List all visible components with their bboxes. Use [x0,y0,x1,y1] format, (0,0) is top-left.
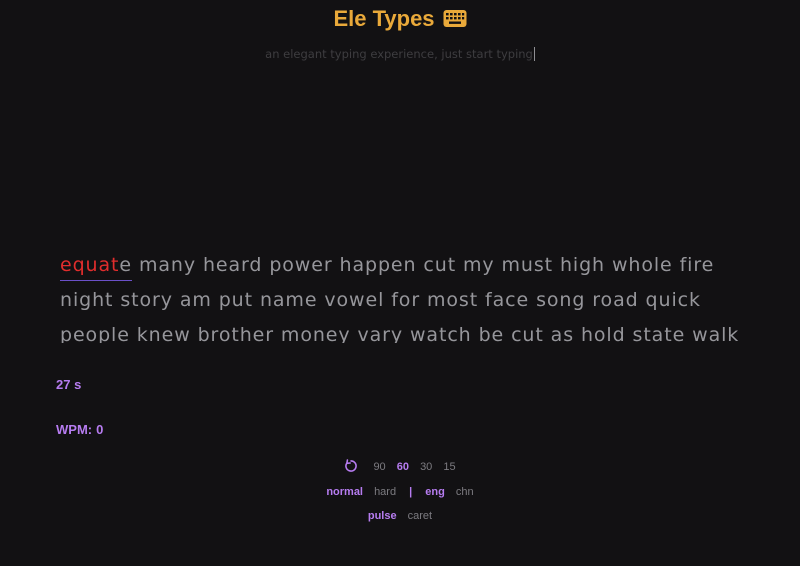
word: people [60,324,130,343]
wpm-label: WPM: [56,422,93,437]
word: name [259,289,318,311]
duration-15[interactable]: 15 [443,461,455,473]
word: fire [679,254,715,276]
title-row: Ele Types [333,6,467,32]
caret-style-caret[interactable]: caret [408,510,432,522]
typed-incorrect-letters: equat [60,254,120,276]
duration-30[interactable]: 30 [420,461,432,473]
word: must [501,254,554,276]
word: walk [692,324,740,343]
wpm-value: 0 [96,422,104,437]
word: vowel [324,289,385,311]
word: watch [409,324,472,343]
word: story [120,289,173,311]
duration-90[interactable]: 90 [373,461,385,473]
word: power [269,254,333,276]
word: hold [580,324,626,343]
word: for [391,289,421,311]
word: cut [423,254,457,276]
word: as [550,324,575,343]
word: vary [357,324,404,343]
difficulty-hard[interactable]: hard [374,486,396,498]
word: face [485,289,530,311]
mode-selector: normal hard | eng chn [0,486,800,498]
word: many [138,254,196,276]
text-caret [533,47,535,61]
word: be [478,324,505,343]
word: my [463,254,495,276]
keyboard-icon [443,9,467,29]
word: knew [136,324,191,343]
word: happen [339,254,417,276]
app-header: Ele Types [0,6,800,32]
caret-style-pulse[interactable]: pulse [368,510,397,522]
restart-icon[interactable] [344,459,358,473]
app-title: Ele Types [333,6,435,31]
word-list: many heard power happen cut my must high… [60,254,739,343]
duration-60[interactable]: 60 [397,461,409,473]
difficulty-normal[interactable]: normal [326,486,363,498]
current-word: equate [60,250,132,281]
word: put [218,289,253,311]
word: road [592,289,639,311]
tagline: an elegant typing experience, just start… [265,47,533,61]
duration-selector: 90 60 30 15 [0,459,800,473]
untyped-letters: e [119,254,132,276]
language-chn[interactable]: chn [456,486,474,498]
word: quick [645,289,701,311]
word: most [427,289,479,311]
word: brother [197,324,274,343]
word: night [60,289,114,311]
word: heard [202,254,263,276]
wpm-display: WPM: 0 [56,422,103,437]
separator: | [409,486,413,498]
typing-area[interactable]: equate many heard power happen cut my mu… [60,248,760,343]
word: high [559,254,605,276]
word: am [179,289,212,311]
word: cut [511,324,544,343]
tagline-row: an elegant typing experience, just start… [0,45,800,63]
word: state [632,324,686,343]
countdown-timer: 27 s [56,377,82,392]
word: song [536,289,586,311]
word: whole [611,254,673,276]
language-eng[interactable]: eng [425,486,445,498]
word: money [280,324,351,343]
caret-style-selector: pulse caret [0,510,800,522]
